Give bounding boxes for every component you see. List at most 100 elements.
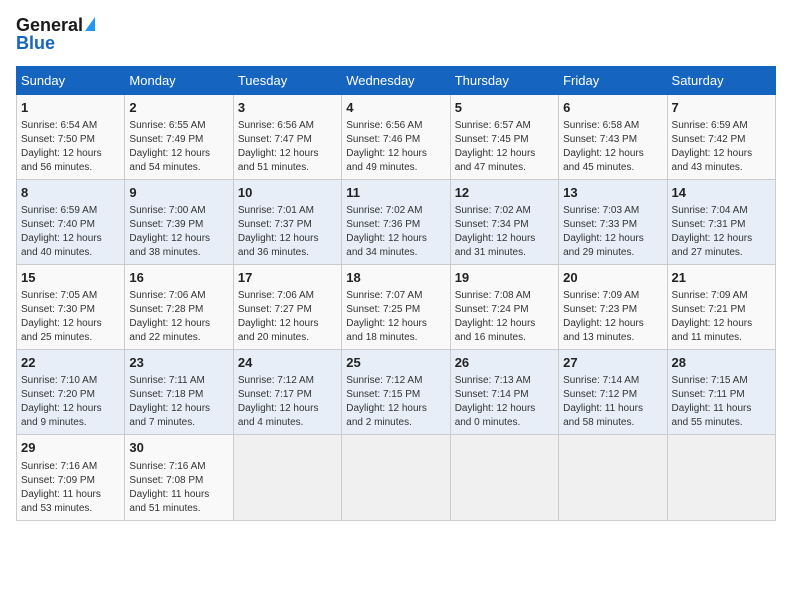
day-header-tuesday: Tuesday [233, 66, 341, 94]
calendar-cell: 29Sunrise: 7:16 AM Sunset: 7:09 PM Dayli… [17, 435, 125, 520]
calendar-cell: 5 Sunrise: 6:57 AM Sunset: 7:45 PM Daylig… [450, 94, 558, 179]
calendar-cell [342, 435, 450, 520]
calendar-cell: 7 Sunrise: 6:59 AM Sunset: 7:42 PM Daylig… [667, 94, 775, 179]
logo: General Blue [16, 16, 95, 54]
cell-sun-info: Sunrise: 7:09 AM Sunset: 7:21 PM Dayligh… [672, 289, 771, 345]
calendar-week-4: 29Sunrise: 7:16 AM Sunset: 7:09 PM Dayli… [17, 435, 776, 520]
calendar-header-row: SundayMondayTuesdayWednesdayThursdayFrid… [17, 66, 776, 94]
day-number: 11 [346, 184, 445, 202]
cell-sun-info: Sunrise: 6:54 AM Sunset: 7:50 PM Dayligh… [21, 119, 120, 175]
day-number: 22 [21, 354, 120, 372]
cell-sun-info: Sunrise: 7:11 AM Sunset: 7:18 PM Dayligh… [129, 374, 228, 430]
day-header-friday: Friday [559, 66, 667, 94]
day-number: 2 [129, 99, 228, 117]
cell-sun-info: Sunrise: 7:12 AM Sunset: 7:17 PM Dayligh… [238, 374, 337, 430]
cell-sun-info: Sunrise: 7:05 AM Sunset: 7:30 PM Dayligh… [21, 289, 120, 345]
calendar-week-1: 8 Sunrise: 6:59 AM Sunset: 7:40 PM Daylig… [17, 179, 776, 264]
cell-sun-info: Sunrise: 7:00 AM Sunset: 7:39 PM Dayligh… [129, 204, 228, 260]
day-number: 1 [21, 99, 120, 117]
calendar-cell [559, 435, 667, 520]
day-number: 9 [129, 184, 228, 202]
calendar-cell: 17 Sunrise: 7:06 AM Sunset: 7:27 PM Dayli… [233, 264, 341, 349]
day-number: 13 [563, 184, 662, 202]
calendar-cell: 6 Sunrise: 6:58 AM Sunset: 7:43 PM Daylig… [559, 94, 667, 179]
day-number: 5 [455, 99, 554, 117]
day-number: 7 [672, 99, 771, 117]
cell-sun-info: Sunrise: 7:06 AM Sunset: 7:28 PM Dayligh… [129, 289, 228, 345]
calendar-cell: 22 Sunrise: 7:10 AM Sunset: 7:20 PM Dayli… [17, 350, 125, 435]
calendar-cell: 11 Sunrise: 7:02 AM Sunset: 7:36 PM Dayli… [342, 179, 450, 264]
calendar-cell: 2 Sunrise: 6:55 AM Sunset: 7:49 PM Daylig… [125, 94, 233, 179]
calendar-cell: 25Sunrise: 7:12 AM Sunset: 7:15 PM Dayli… [342, 350, 450, 435]
cell-sun-info: Sunrise: 7:08 AM Sunset: 7:24 PM Dayligh… [455, 289, 554, 345]
calendar-cell [667, 435, 775, 520]
calendar-cell: 20 Sunrise: 7:09 AM Sunset: 7:23 PM Dayli… [559, 264, 667, 349]
cell-sun-info: Sunrise: 6:58 AM Sunset: 7:43 PM Dayligh… [563, 119, 662, 175]
day-number: 23 [129, 354, 228, 372]
day-header-thursday: Thursday [450, 66, 558, 94]
calendar-cell: 26Sunrise: 7:13 AM Sunset: 7:14 PM Dayli… [450, 350, 558, 435]
cell-sun-info: Sunrise: 7:07 AM Sunset: 7:25 PM Dayligh… [346, 289, 445, 345]
day-number: 8 [21, 184, 120, 202]
cell-sun-info: Sunrise: 7:02 AM Sunset: 7:34 PM Dayligh… [455, 204, 554, 260]
calendar-cell: 18 Sunrise: 7:07 AM Sunset: 7:25 PM Dayli… [342, 264, 450, 349]
calendar-cell: 4 Sunrise: 6:56 AM Sunset: 7:46 PM Daylig… [342, 94, 450, 179]
cell-sun-info: Sunrise: 7:13 AM Sunset: 7:14 PM Dayligh… [455, 374, 554, 430]
calendar-cell: 16 Sunrise: 7:06 AM Sunset: 7:28 PM Dayli… [125, 264, 233, 349]
day-header-saturday: Saturday [667, 66, 775, 94]
cell-sun-info: Sunrise: 6:59 AM Sunset: 7:40 PM Dayligh… [21, 204, 120, 260]
day-header-wednesday: Wednesday [342, 66, 450, 94]
cell-sun-info: Sunrise: 7:09 AM Sunset: 7:23 PM Dayligh… [563, 289, 662, 345]
day-number: 4 [346, 99, 445, 117]
day-number: 20 [563, 269, 662, 287]
calendar-cell: 9 Sunrise: 7:00 AM Sunset: 7:39 PM Daylig… [125, 179, 233, 264]
cell-sun-info: Sunrise: 6:56 AM Sunset: 7:47 PM Dayligh… [238, 119, 337, 175]
cell-sun-info: Sunrise: 7:12 AM Sunset: 7:15 PM Dayligh… [346, 374, 445, 430]
cell-sun-info: Sunrise: 7:02 AM Sunset: 7:36 PM Dayligh… [346, 204, 445, 260]
calendar-cell: 23 Sunrise: 7:11 AM Sunset: 7:18 PM Dayli… [125, 350, 233, 435]
calendar-cell: 1 Sunrise: 6:54 AM Sunset: 7:50 PM Daylig… [17, 94, 125, 179]
calendar-cell: 15 Sunrise: 7:05 AM Sunset: 7:30 PM Dayli… [17, 264, 125, 349]
cell-sun-info: Sunrise: 7:01 AM Sunset: 7:37 PM Dayligh… [238, 204, 337, 260]
day-number: 12 [455, 184, 554, 202]
day-number: 18 [346, 269, 445, 287]
day-number: 6 [563, 99, 662, 117]
day-header-sunday: Sunday [17, 66, 125, 94]
day-number: 17 [238, 269, 337, 287]
calendar-week-2: 15 Sunrise: 7:05 AM Sunset: 7:30 PM Dayli… [17, 264, 776, 349]
cell-sun-info: Sunrise: 7:10 AM Sunset: 7:20 PM Dayligh… [21, 374, 120, 430]
cell-sun-info: Sunrise: 6:59 AM Sunset: 7:42 PM Dayligh… [672, 119, 771, 175]
calendar-cell: 28Sunrise: 7:15 AM Sunset: 7:11 PM Dayli… [667, 350, 775, 435]
calendar-cell: 10Sunrise: 7:01 AM Sunset: 7:37 PM Dayli… [233, 179, 341, 264]
cell-sun-info: Sunrise: 6:56 AM Sunset: 7:46 PM Dayligh… [346, 119, 445, 175]
cell-sun-info: Sunrise: 7:14 AM Sunset: 7:12 PM Dayligh… [563, 374, 662, 430]
page-header: General Blue [16, 16, 776, 54]
cell-sun-info: Sunrise: 7:04 AM Sunset: 7:31 PM Dayligh… [672, 204, 771, 260]
calendar-cell [450, 435, 558, 520]
calendar-cell: 13Sunrise: 7:03 AM Sunset: 7:33 PM Dayli… [559, 179, 667, 264]
calendar-cell: 21Sunrise: 7:09 AM Sunset: 7:21 PM Dayli… [667, 264, 775, 349]
cell-sun-info: Sunrise: 7:06 AM Sunset: 7:27 PM Dayligh… [238, 289, 337, 345]
cell-sun-info: Sunrise: 7:16 AM Sunset: 7:08 PM Dayligh… [129, 460, 228, 516]
calendar-cell: 3 Sunrise: 6:56 AM Sunset: 7:47 PM Daylig… [233, 94, 341, 179]
calendar-cell: 30Sunrise: 7:16 AM Sunset: 7:08 PM Dayli… [125, 435, 233, 520]
calendar-cell: 19 Sunrise: 7:08 AM Sunset: 7:24 PM Dayli… [450, 264, 558, 349]
day-number: 3 [238, 99, 337, 117]
cell-sun-info: Sunrise: 6:55 AM Sunset: 7:49 PM Dayligh… [129, 119, 228, 175]
logo-blue: Blue [16, 34, 55, 54]
calendar-cell: 12 Sunrise: 7:02 AM Sunset: 7:34 PM Dayli… [450, 179, 558, 264]
day-number: 14 [672, 184, 771, 202]
day-number: 28 [672, 354, 771, 372]
cell-sun-info: Sunrise: 7:16 AM Sunset: 7:09 PM Dayligh… [21, 460, 120, 516]
calendar-cell [233, 435, 341, 520]
day-number: 15 [21, 269, 120, 287]
calendar-week-3: 22 Sunrise: 7:10 AM Sunset: 7:20 PM Dayli… [17, 350, 776, 435]
day-number: 16 [129, 269, 228, 287]
day-header-monday: Monday [125, 66, 233, 94]
calendar-cell: 14 Sunrise: 7:04 AM Sunset: 7:31 PM Dayli… [667, 179, 775, 264]
day-number: 19 [455, 269, 554, 287]
calendar-cell: 27 Sunrise: 7:14 AM Sunset: 7:12 PM Dayli… [559, 350, 667, 435]
day-number: 27 [563, 354, 662, 372]
cell-sun-info: Sunrise: 6:57 AM Sunset: 7:45 PM Dayligh… [455, 119, 554, 175]
calendar-table: SundayMondayTuesdayWednesdayThursdayFrid… [16, 66, 776, 521]
